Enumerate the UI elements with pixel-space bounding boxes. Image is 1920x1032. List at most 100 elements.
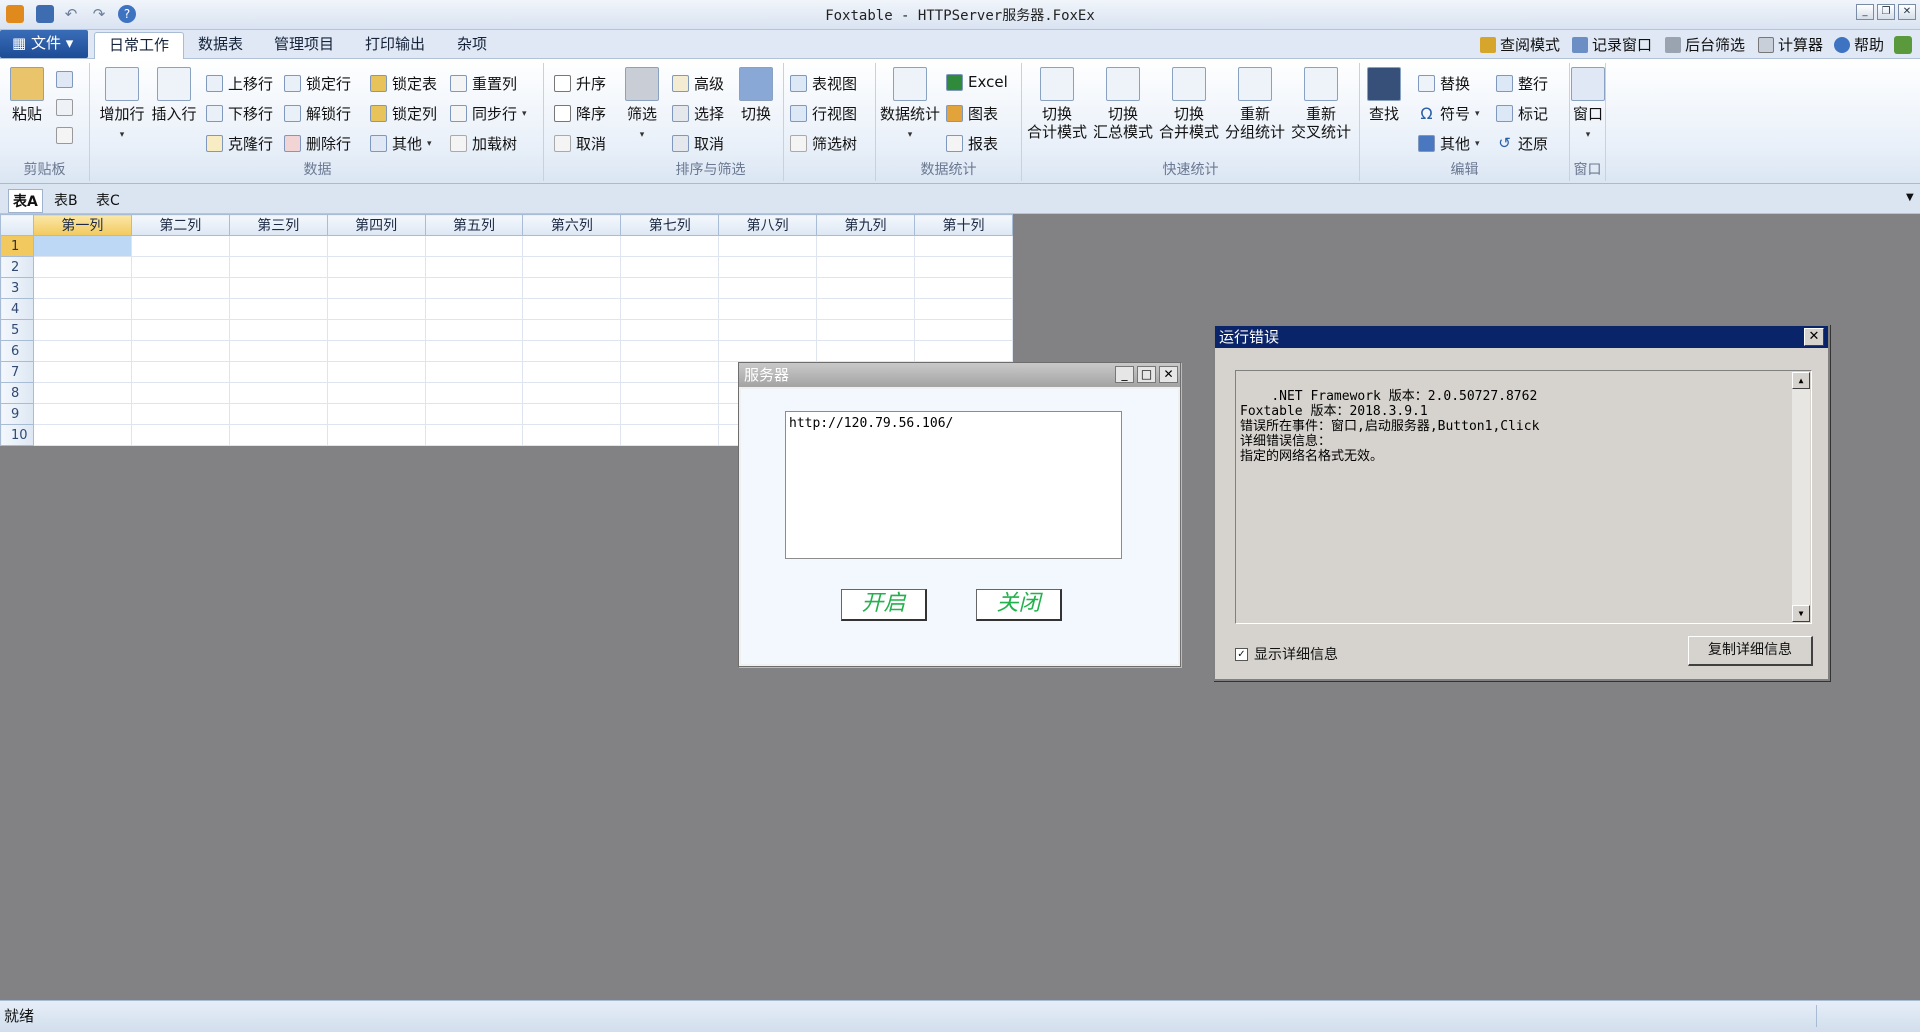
tidy-row-button[interactable]: 整行 bbox=[1496, 73, 1548, 94]
switch-merge-mode-button[interactable]: 切换 合并模式 bbox=[1158, 67, 1220, 141]
grid-cell[interactable] bbox=[816, 256, 915, 278]
sheet-tab-b[interactable]: 表B bbox=[50, 189, 82, 211]
load-tree-button[interactable]: 加载树 bbox=[450, 133, 517, 154]
grid-cell[interactable] bbox=[522, 361, 622, 383]
table-view-button[interactable]: 表视图 bbox=[790, 73, 857, 94]
column-header[interactable]: 第八列 bbox=[718, 214, 818, 236]
grid-cell[interactable] bbox=[522, 256, 622, 278]
row-header[interactable]: 7 bbox=[0, 361, 34, 383]
grid-cell[interactable] bbox=[326, 235, 426, 257]
grid-cell[interactable] bbox=[228, 256, 328, 278]
move-row-up-button[interactable]: 上移行 bbox=[206, 73, 273, 94]
users-icon[interactable] bbox=[1894, 36, 1912, 54]
row-view-button[interactable]: 行视图 bbox=[790, 103, 857, 124]
server-dialog-titlebar[interactable]: 服务器 _ □ ✕ bbox=[739, 363, 1180, 387]
grid-cell[interactable] bbox=[914, 277, 1013, 299]
record-window-button[interactable]: 记录窗口 bbox=[1572, 34, 1652, 55]
filter-button[interactable]: 筛选 ▾ bbox=[622, 67, 662, 144]
grid-cell[interactable] bbox=[522, 424, 622, 446]
select-filter-button[interactable]: 选择 bbox=[672, 103, 724, 124]
grid-cell[interactable] bbox=[620, 382, 720, 404]
column-header[interactable]: 第十列 bbox=[914, 214, 1013, 236]
sheet-dropdown-icon[interactable]: ▼ bbox=[1906, 192, 1914, 203]
unlock-row-button[interactable]: 解锁行 bbox=[284, 103, 351, 124]
close-button[interactable]: ✕ bbox=[1898, 4, 1916, 20]
calculator-button[interactable]: 计算器 bbox=[1758, 34, 1823, 55]
url-textbox[interactable]: http://120.79.56.106/ bbox=[785, 411, 1122, 559]
view-mode-button[interactable]: 查阅模式 bbox=[1480, 34, 1560, 55]
grid-cell[interactable] bbox=[620, 340, 720, 362]
tab-data-table[interactable]: 数据表 bbox=[184, 32, 257, 59]
grid-cell[interactable] bbox=[228, 319, 328, 341]
lock-column-button[interactable]: 锁定列 bbox=[370, 103, 437, 124]
grid-cell[interactable] bbox=[620, 424, 720, 446]
grid-cell[interactable] bbox=[522, 403, 622, 425]
grid-cell[interactable] bbox=[130, 319, 230, 341]
grid-cell[interactable] bbox=[816, 298, 915, 320]
maximize-button[interactable]: ❐ bbox=[1877, 4, 1895, 20]
grid-cell[interactable] bbox=[424, 319, 524, 341]
find-button[interactable]: 查找 bbox=[1364, 67, 1404, 123]
clone-row-button[interactable]: 克隆行 bbox=[206, 133, 273, 154]
grid-cell[interactable] bbox=[718, 298, 818, 320]
grid-cell[interactable] bbox=[228, 340, 328, 362]
recross-stats-button[interactable]: 重新 交叉统计 bbox=[1290, 67, 1352, 141]
reset-column-button[interactable]: 重置列 bbox=[450, 73, 517, 94]
row-header[interactable]: 6 bbox=[0, 340, 34, 362]
column-header[interactable]: 第三列 bbox=[228, 214, 328, 236]
grid-cell[interactable] bbox=[424, 403, 524, 425]
start-server-button[interactable]: 开启 bbox=[841, 589, 927, 621]
grid-cell[interactable] bbox=[32, 277, 132, 299]
column-header[interactable]: 第四列 bbox=[326, 214, 426, 236]
edit-other-dropdown[interactable]: 其他 ▾ bbox=[1418, 133, 1480, 154]
grid-cell[interactable] bbox=[32, 298, 132, 320]
help-button[interactable]: 帮助 bbox=[1834, 34, 1884, 55]
cut-button[interactable] bbox=[56, 99, 73, 116]
grid-cell[interactable] bbox=[816, 340, 915, 362]
grid-cell[interactable] bbox=[228, 361, 328, 383]
grid-cell[interactable] bbox=[32, 235, 132, 257]
restore-button[interactable]: ↺ 还原 bbox=[1496, 133, 1548, 154]
data-stats-button[interactable]: 数据统计 ▾ bbox=[878, 67, 942, 144]
file-menu-button[interactable]: ▦ 文件 ▾ bbox=[0, 30, 88, 58]
grid-cell[interactable] bbox=[32, 403, 132, 425]
grid-cell[interactable] bbox=[620, 277, 720, 299]
grid-cell[interactable] bbox=[914, 256, 1013, 278]
grid-cell[interactable] bbox=[424, 256, 524, 278]
grid-cell[interactable] bbox=[718, 340, 818, 362]
column-header[interactable]: 第二列 bbox=[130, 214, 230, 236]
replace-button[interactable]: 替换 bbox=[1418, 73, 1470, 94]
grid-cell[interactable] bbox=[522, 340, 622, 362]
grid-cell[interactable] bbox=[32, 424, 132, 446]
grid-cell[interactable] bbox=[130, 382, 230, 404]
grid-cell[interactable] bbox=[32, 319, 132, 341]
grid-cell[interactable] bbox=[130, 277, 230, 299]
tab-daily-work[interactable]: 日常工作 bbox=[94, 32, 185, 59]
grid-cell[interactable] bbox=[522, 277, 622, 299]
chart-button[interactable]: 图表 bbox=[946, 103, 998, 124]
grid-cell[interactable] bbox=[326, 424, 426, 446]
sort-ascending-button[interactable]: 升序 bbox=[554, 73, 606, 94]
row-header[interactable]: 9 bbox=[0, 403, 34, 425]
scroll-up-icon[interactable]: ▲ bbox=[1792, 372, 1810, 389]
format-painter-button[interactable] bbox=[56, 127, 73, 144]
column-header[interactable]: 第五列 bbox=[424, 214, 524, 236]
grid-cell[interactable] bbox=[914, 298, 1013, 320]
row-header[interactable]: 2 bbox=[0, 256, 34, 278]
error-details-textbox[interactable]: .NET Framework 版本：2.0.50727.8762 Foxtabl… bbox=[1235, 370, 1812, 624]
report-button[interactable]: 报表 bbox=[946, 133, 998, 154]
grid-cell[interactable] bbox=[326, 298, 426, 320]
grid-cell[interactable] bbox=[718, 235, 818, 257]
grid-cell[interactable] bbox=[914, 319, 1013, 341]
symbol-dropdown[interactable]: Ω 符号 ▾ bbox=[1418, 103, 1479, 124]
row-header[interactable]: 1 bbox=[0, 235, 34, 257]
server-minimize-button[interactable]: _ bbox=[1115, 366, 1134, 383]
grid-cell[interactable] bbox=[424, 235, 524, 257]
mark-button[interactable]: 标记 bbox=[1496, 103, 1548, 124]
error-dialog-titlebar[interactable]: 运行错误 ✕ bbox=[1215, 326, 1828, 348]
switch-summary-mode-button[interactable]: 切换 汇总模式 bbox=[1092, 67, 1154, 141]
grid-cell[interactable] bbox=[228, 403, 328, 425]
sheet-tab-c[interactable]: 表C bbox=[92, 189, 124, 211]
grid-cell[interactable] bbox=[522, 235, 622, 257]
grid-cell[interactable] bbox=[326, 403, 426, 425]
